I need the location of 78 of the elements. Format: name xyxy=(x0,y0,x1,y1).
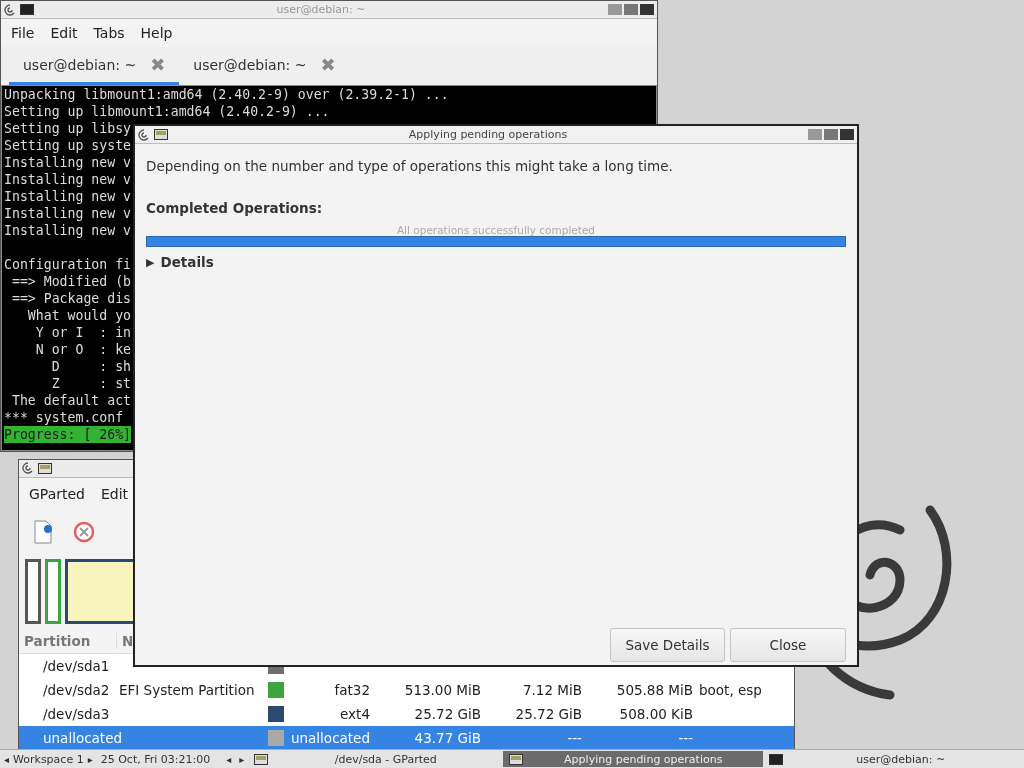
terminal-line: Installing new v xyxy=(4,205,132,222)
window-title: user@debian: ~ xyxy=(275,3,367,16)
save-details-button[interactable]: Save Details xyxy=(610,628,725,662)
window-title: Applying pending operations xyxy=(407,128,569,141)
task-button[interactable]: user@debian: ~ xyxy=(763,751,1019,767)
swirl-icon xyxy=(4,3,16,16)
menu-item[interactable]: Tabs xyxy=(85,21,133,45)
terminal-line: ==> Package dis xyxy=(10,290,132,307)
menu-item[interactable]: Edit xyxy=(42,21,86,45)
window-icon xyxy=(38,462,52,474)
partition-row[interactable]: unallocated unallocated 43.77 GiB --- --- xyxy=(19,726,794,750)
table-cell-text: ext4 xyxy=(339,706,370,722)
table-cell-text: --- xyxy=(566,730,582,746)
terminal-line: Z : st xyxy=(50,375,132,392)
table-cell-text: --- xyxy=(677,730,693,746)
terminal-line: Installing new v xyxy=(4,222,132,239)
task-nav-arrow[interactable]: ◂ xyxy=(222,753,236,765)
terminal-line: Setting up libsy xyxy=(4,120,132,137)
table-cell-text: 508.00 KiB xyxy=(618,706,693,722)
task-button[interactable]: Applying pending operations xyxy=(503,751,764,767)
progress-caption: All operations successfully completed xyxy=(395,224,597,236)
table-cell-text: 25.72 GiB xyxy=(514,706,582,722)
terminal-line: D : sh xyxy=(50,358,132,375)
details-expander[interactable]: ▶ Details xyxy=(146,254,214,270)
terminal-line: Y or I : in xyxy=(34,324,132,341)
menu-item[interactable]: Edit xyxy=(93,481,137,506)
table-cell-text: 7.12 MiB xyxy=(522,682,582,698)
window-icon xyxy=(154,129,168,140)
table-cell-text: 25.72 GiB xyxy=(413,706,481,722)
swirl-icon xyxy=(138,128,150,141)
table-cell-text: fat32 xyxy=(333,682,370,698)
swirl-icon xyxy=(22,462,34,475)
terminal-line: Installing new v xyxy=(4,154,132,171)
section-label: Completed Operations: xyxy=(146,200,324,216)
workspace-label: Workspace 1 xyxy=(13,752,84,766)
terminal-icon xyxy=(769,753,784,765)
table-cell-text: /dev/sda1 xyxy=(42,658,111,674)
terminal-icon xyxy=(20,4,34,15)
message-text: Depending on the number and type of operations this might take a long time. xyxy=(146,158,674,174)
table-cell-text: unallocated xyxy=(290,730,370,746)
next-workspace[interactable]: ▸ xyxy=(83,753,97,765)
menu-item[interactable]: File xyxy=(3,21,43,45)
table-cell-text: unallocated xyxy=(42,730,119,746)
table-cell-text: 513.00 MiB xyxy=(403,682,481,698)
terminal-line: Configuration fi xyxy=(4,256,132,273)
previous-workspace[interactable]: ◂ xyxy=(0,753,14,765)
terminal-tab[interactable]: user@debian: ~ ✖ xyxy=(179,47,350,85)
close-button[interactable]: Close xyxy=(730,628,846,662)
clock: 25 Oct, Fri 03:21:00 xyxy=(100,752,211,766)
task-nav-arrow[interactable]: ▸ xyxy=(235,753,249,765)
window-controls[interactable] xyxy=(608,4,654,15)
menu-item[interactable]: Help xyxy=(132,21,181,45)
terminal-line: Installing new v xyxy=(4,171,132,188)
task-button[interactable]: /dev/sda - GParted xyxy=(248,751,504,767)
menu-item[interactable]: GParted xyxy=(21,481,93,506)
terminal-line: ==> Modified (b xyxy=(10,273,132,290)
terminal-line: N or O : ke xyxy=(34,341,132,358)
terminal-line: Setting up syste xyxy=(4,137,132,154)
terminal-line: Installing new v xyxy=(4,188,132,205)
tab-label: user@debian: ~ xyxy=(23,56,137,73)
window-controls[interactable] xyxy=(808,129,854,140)
terminal-line: What would yo xyxy=(26,307,132,324)
table-cell-text: boot, esp xyxy=(698,682,763,698)
window-icon xyxy=(254,753,269,765)
table-cell-text: /dev/sda2 xyxy=(42,682,111,698)
table-cell-text: 43.77 GiB xyxy=(413,730,481,746)
terminal-line: Setting up libmount1:amd64 (2.40.2-9) ... xyxy=(4,103,330,120)
delete-icon[interactable] xyxy=(73,521,95,544)
tab-label: user@debian: ~ xyxy=(193,56,307,73)
table-cell-text: 505.88 MiB xyxy=(615,682,693,698)
table-cell-text: EFI System Partition xyxy=(119,682,256,698)
terminal-line: The default act xyxy=(10,392,132,409)
terminal-line: Unpacking libmount1:amd64 (2.40.2-9) over (2.39.2-1) ... xyxy=(4,86,449,103)
new-document-icon[interactable] xyxy=(33,520,55,545)
terminal-line: *** system.conf xyxy=(4,409,124,426)
column-header[interactable]: Partition xyxy=(19,632,117,649)
table-cell-text: /dev/sda3 xyxy=(42,706,111,722)
window-icon xyxy=(509,753,524,765)
